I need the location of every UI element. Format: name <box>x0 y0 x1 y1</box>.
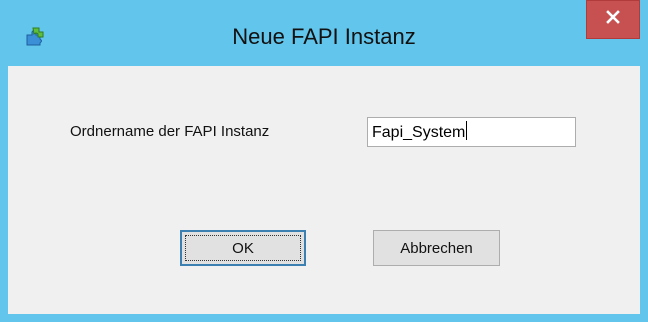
close-button[interactable] <box>586 0 640 39</box>
folder-name-value: Fapi_System <box>372 124 466 141</box>
text-caret <box>466 121 468 140</box>
folder-name-input[interactable]: Fapi_System <box>367 117 576 147</box>
ok-button[interactable]: OK <box>180 230 306 266</box>
window-title: Neue FAPI Instanz <box>232 24 416 49</box>
cancel-button-label: Abbrechen <box>400 239 473 257</box>
dialog-content: Ordnername der FAPI Instanz Fapi_System … <box>8 66 640 314</box>
close-icon <box>606 10 620 29</box>
title-bar[interactable]: Neue FAPI Instanz <box>0 0 648 66</box>
cancel-button[interactable]: Abbrechen <box>373 230 500 266</box>
focus-rectangle <box>185 235 301 261</box>
dialog-window: Neue FAPI Instanz Ordnername der FAPI In… <box>0 0 648 322</box>
folder-name-label: Ordnername der FAPI Instanz <box>70 123 270 140</box>
